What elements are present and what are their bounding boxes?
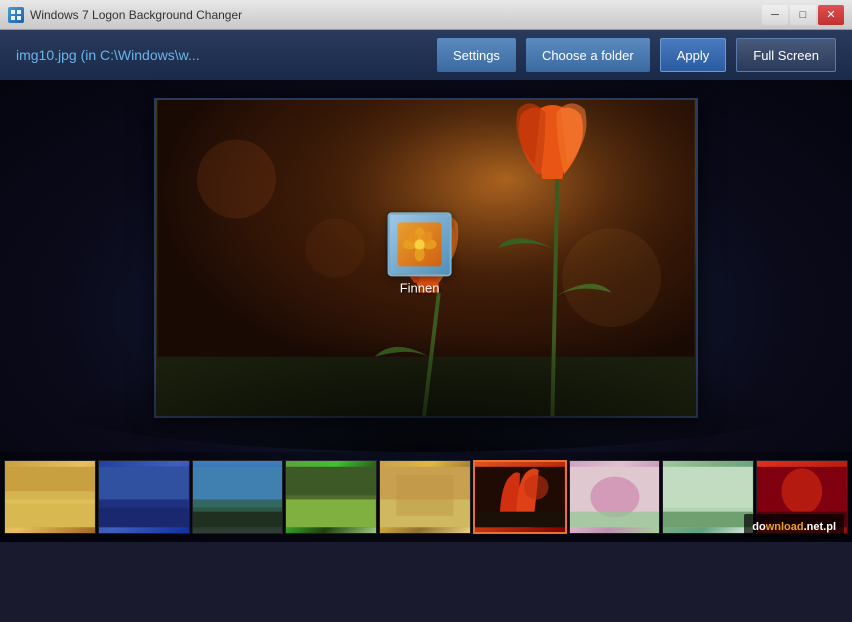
- title-bar-left: Windows 7 Logon Background Changer: [8, 7, 242, 23]
- watermark-highlight: wnload: [766, 521, 804, 533]
- thumbnail-1[interactable]: [4, 460, 96, 534]
- thumbnail-3[interactable]: [192, 460, 284, 534]
- arc-shadow: [16, 332, 836, 452]
- apply-button[interactable]: Apply: [660, 38, 727, 72]
- thumbnail-7[interactable]: [569, 460, 661, 534]
- current-file-label: img10.jpg (in C:\Windows\w...: [16, 47, 427, 63]
- title-bar: Windows 7 Logon Background Changer ─ □ ✕: [0, 0, 852, 30]
- choose-folder-button[interactable]: Choose a folder: [526, 38, 650, 72]
- thumb-image-3: [193, 461, 283, 533]
- thumb-image-2: [99, 461, 189, 533]
- fullscreen-button[interactable]: Full Screen: [736, 38, 836, 72]
- flower-icon: [402, 226, 438, 262]
- thumbnails-strip: [0, 452, 852, 542]
- restore-button[interactable]: □: [790, 5, 816, 25]
- thumb-image-7: [570, 461, 660, 533]
- thumbnail-2[interactable]: [98, 460, 190, 534]
- toolbar: img10.jpg (in C:\Windows\w... Settings C…: [0, 30, 852, 80]
- window-title: Windows 7 Logon Background Changer: [30, 8, 242, 22]
- thumb-image-4: [286, 461, 376, 533]
- settings-button[interactable]: Settings: [437, 38, 516, 72]
- watermark-text: download.net.pl: [752, 521, 836, 533]
- user-avatar-inner: [398, 222, 442, 266]
- user-avatar-box: [388, 212, 452, 276]
- thumbnail-6-active[interactable]: [473, 460, 567, 534]
- thumbnail-8[interactable]: [662, 460, 754, 534]
- thumbnail-4[interactable]: [285, 460, 377, 534]
- thumbnail-5[interactable]: [379, 460, 471, 534]
- window-controls: ─ □ ✕: [762, 5, 844, 25]
- minimize-button[interactable]: ─: [762, 5, 788, 25]
- user-icon-area: Finnen: [388, 212, 452, 295]
- thumb-image-6: [475, 462, 565, 532]
- user-name-label: Finnen: [400, 280, 440, 295]
- main-area: Finnen: [0, 80, 852, 542]
- app-icon: [8, 7, 24, 23]
- watermark: download.net.pl: [744, 514, 844, 538]
- thumb-image-1: [5, 461, 95, 533]
- thumb-image-5: [380, 461, 470, 533]
- close-button[interactable]: ✕: [818, 5, 844, 25]
- thumb-image-8: [663, 461, 753, 533]
